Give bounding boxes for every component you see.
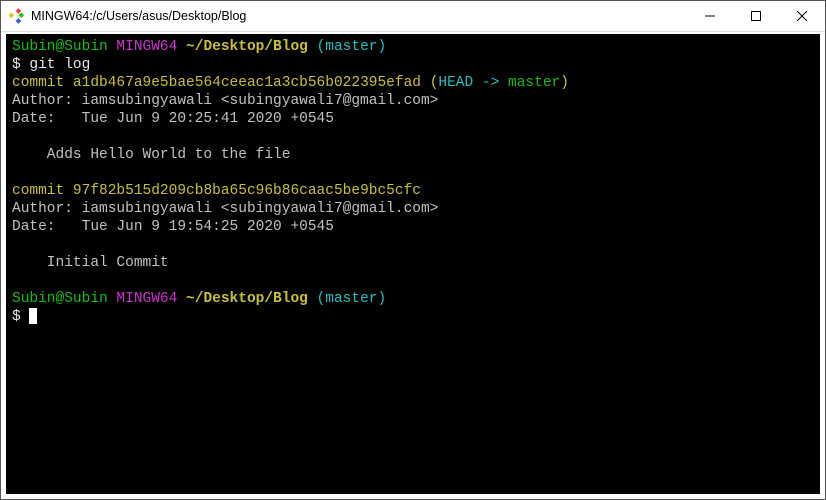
prompt-env: MINGW64 — [116, 39, 177, 55]
blank-line — [12, 236, 814, 254]
prompt-branch-close: ) — [378, 39, 387, 55]
command-text: git log — [29, 57, 90, 73]
command-line: $ git log — [12, 56, 814, 74]
commit-message: Initial Commit — [12, 254, 814, 272]
date-line: Date: Tue Jun 9 20:25:41 2020 +0545 — [12, 110, 814, 128]
app-icon — [9, 8, 25, 24]
prompt-branch-open: ( — [317, 291, 326, 307]
prompt-line: Subin@Subin MINGW64 ~/Desktop/Blog (mast… — [12, 38, 814, 56]
head-ref: HEAD -> — [438, 75, 508, 91]
commit-line: commit 97f82b515d209cb8ba65c96b86caac5be… — [12, 182, 814, 200]
commit-label: commit — [12, 75, 64, 91]
prompt-branch-close: ) — [378, 291, 387, 307]
minimize-button[interactable] — [687, 1, 733, 31]
commit-line: commit a1db467a9e5bae564ceeac1a3cb56b022… — [12, 74, 814, 92]
author-line: Author: iamsubingyawali <subingyawali7@g… — [12, 200, 814, 218]
prompt-branch: master — [325, 291, 377, 307]
commit-hash: 97f82b515d209cb8ba65c96b86caac5be9bc5cfc — [73, 183, 421, 199]
author-line: Author: iamsubingyawali <subingyawali7@g… — [12, 92, 814, 110]
prompt-env: MINGW64 — [116, 291, 177, 307]
terminal-window: MINGW64:/c/Users/asus/Desktop/Blog Subin… — [0, 0, 826, 500]
terminal-body[interactable]: Subin@Subin MINGW64 ~/Desktop/Blog (mast… — [1, 32, 825, 499]
window-title: MINGW64:/c/Users/asus/Desktop/Blog — [31, 9, 687, 23]
prompt-dollar: $ — [12, 57, 21, 73]
command-line: $ — [12, 308, 814, 326]
blank-line — [12, 272, 814, 290]
prompt-branch-open: ( — [317, 39, 326, 55]
maximize-button[interactable] — [733, 1, 779, 31]
prompt-path: ~/Desktop/Blog — [186, 39, 308, 55]
blank-line — [12, 128, 814, 146]
prompt-user: Subin@Subin — [12, 291, 108, 307]
commit-message: Adds Hello World to the file — [12, 146, 814, 164]
branch-ref: master — [508, 75, 560, 91]
prompt-user: Subin@Subin — [12, 39, 108, 55]
close-button[interactable] — [779, 1, 825, 31]
prompt-dollar: $ — [12, 309, 21, 325]
commit-label: commit — [12, 183, 64, 199]
blank-line — [12, 164, 814, 182]
titlebar[interactable]: MINGW64:/c/Users/asus/Desktop/Blog — [1, 1, 825, 32]
paren-close: ) — [560, 75, 569, 91]
prompt-path: ~/Desktop/Blog — [186, 291, 308, 307]
cursor — [29, 308, 37, 324]
prompt-branch: master — [325, 39, 377, 55]
prompt-line: Subin@Subin MINGW64 ~/Desktop/Blog (mast… — [12, 290, 814, 308]
window-controls — [687, 1, 825, 31]
commit-hash: a1db467a9e5bae564ceeac1a3cb56b022395efad — [73, 75, 421, 91]
date-line: Date: Tue Jun 9 19:54:25 2020 +0545 — [12, 218, 814, 236]
